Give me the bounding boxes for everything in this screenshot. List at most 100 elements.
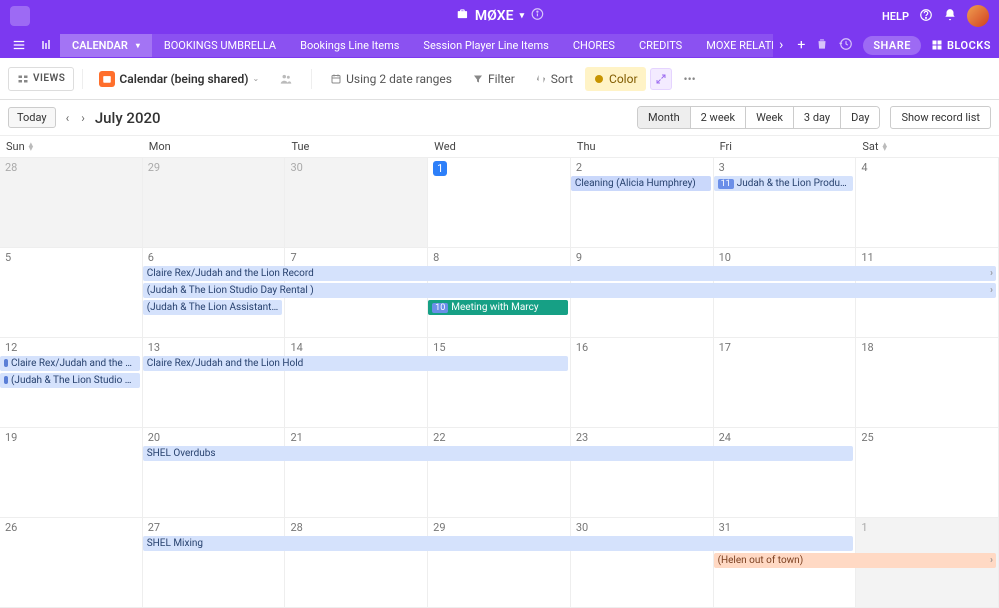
view-switch[interactable]: Month2 weekWeek3 dayDay — [637, 106, 880, 129]
view-3-day[interactable]: 3 day — [794, 107, 841, 128]
calendar-cell[interactable]: 27 — [143, 518, 286, 607]
expand-button[interactable] — [650, 68, 672, 90]
tab-session-player-line-items[interactable]: Session Player Line Items — [411, 34, 560, 57]
calendar-event[interactable]: (Judah & The Lion Studio Day Re… — [0, 373, 140, 388]
day-number: 12 — [5, 341, 17, 354]
calendar-cell[interactable]: 2 — [571, 158, 714, 247]
calendar-cell[interactable]: 28 — [285, 518, 428, 607]
more-icon[interactable]: ••• — [676, 67, 704, 91]
calendar-cell[interactable]: 16 — [571, 338, 714, 427]
history-icon[interactable] — [839, 37, 853, 54]
calendar-cell[interactable]: 17 — [714, 338, 857, 427]
views-button[interactable]: VIEWS — [8, 67, 74, 91]
calendar-cell[interactable]: 5 — [0, 248, 143, 337]
tab-scroll-right[interactable]: › — [775, 37, 787, 53]
chevron-down-icon: ▾ — [136, 41, 140, 50]
briefcase-icon — [455, 7, 469, 25]
bell-icon[interactable] — [943, 8, 957, 25]
info-icon[interactable] — [530, 7, 544, 25]
calendar-cell[interactable]: 26 — [0, 518, 143, 607]
date-ranges-button[interactable]: Using 2 date ranges — [322, 67, 460, 91]
tab-credits[interactable]: CREDITS — [627, 34, 694, 57]
calendar-cell[interactable]: 29 — [143, 158, 286, 247]
today-button[interactable]: Today — [8, 107, 56, 128]
color-button[interactable]: Color — [585, 67, 645, 91]
calendar-cell[interactable]: 3 — [714, 158, 857, 247]
calendar-cell[interactable]: 20 — [143, 428, 286, 517]
sort-icon[interactable]: ▴▾ — [29, 143, 34, 151]
calendar-event[interactable]: (Judah & The Lion Studio Day Rental ) — [143, 283, 996, 298]
sort-icon[interactable]: ▴▾ — [882, 143, 887, 151]
view-month[interactable]: Month — [638, 107, 691, 128]
calendar-cell[interactable]: 24 — [714, 428, 857, 517]
day-number: 11 — [861, 251, 873, 264]
calendar-cell[interactable]: 23 — [571, 428, 714, 517]
calendar-cell[interactable]: 19 — [0, 428, 143, 517]
calendar-event[interactable]: Claire Rex/Judah and the Lion Record — [143, 266, 996, 281]
day-number: 7 — [290, 251, 296, 264]
day-header: Sun▴▾ — [0, 136, 143, 157]
calendar-event[interactable]: (Judah & The Lion Assistant Engin… — [143, 300, 283, 315]
calendar-cell[interactable]: 25 — [856, 428, 999, 517]
calendar-cell[interactable]: 22 — [428, 428, 571, 517]
calendar-cell[interactable]: 13 — [143, 338, 286, 427]
tab-chores[interactable]: CHORES — [561, 34, 627, 57]
hamburger-icon[interactable] — [6, 38, 32, 52]
app-title[interactable]: MØXE — [475, 8, 514, 24]
view-day[interactable]: Day — [841, 107, 879, 128]
calendar-cell[interactable]: 21 — [285, 428, 428, 517]
view-2-week[interactable]: 2 week — [691, 107, 746, 128]
calendar-event[interactable]: Claire Rex/Judah and the Lion Hold — [143, 356, 568, 371]
calendar-cell[interactable]: 29 — [428, 518, 571, 607]
calendar-cell[interactable]: 14 — [285, 338, 428, 427]
calendar-event[interactable]: SHEL Mixing — [143, 536, 854, 551]
event-label: Claire Rex/Judah and the Lion Record — [147, 268, 314, 279]
day-number: 29 — [148, 161, 160, 174]
tab-bookings-line-items[interactable]: Bookings Line Items — [288, 34, 411, 57]
event-time-badge: 10 — [432, 303, 448, 313]
view-name-dropdown[interactable]: Calendar (being shared) ⌄ — [91, 66, 267, 92]
day-number: 26 — [5, 521, 17, 534]
calendar-event[interactable]: Claire Rex/Judah and the Lion Re… — [0, 356, 140, 371]
share-button[interactable]: SHARE — [863, 36, 921, 55]
calendar-cell[interactable]: 18 — [856, 338, 999, 427]
help-link[interactable]: HELP — [882, 10, 909, 23]
calendar-cell[interactable]: 30 — [285, 158, 428, 247]
chevron-down-icon: ⌄ — [252, 74, 259, 83]
prev-icon[interactable]: ‹ — [60, 108, 76, 128]
blocks-button[interactable]: BLOCKS — [931, 39, 991, 52]
day-number: 6 — [148, 251, 154, 264]
tab-bookings-umbrella[interactable]: BOOKINGS UMBRELLA — [152, 34, 288, 57]
collaborators-icon[interactable] — [271, 67, 301, 91]
view-week[interactable]: Week — [746, 107, 794, 128]
add-tab-icon[interactable]: + — [789, 37, 813, 53]
avatar[interactable] — [967, 5, 989, 27]
calendar-event[interactable]: Cleaning (Alicia Humphrey) — [571, 176, 711, 191]
filter-button[interactable]: Filter — [464, 67, 523, 91]
day-header: Fri — [714, 136, 857, 157]
calendar-cell[interactable]: 1 — [428, 158, 571, 247]
calendar-event[interactable]: 10Meeting with Marcy — [428, 300, 568, 315]
chevron-down-icon[interactable]: ▾ — [520, 11, 525, 21]
calendar-cell[interactable]: 30 — [571, 518, 714, 607]
day-number: 27 — [148, 521, 160, 534]
calendar-cell[interactable]: 28 — [0, 158, 143, 247]
calendar-cell[interactable]: 15 — [428, 338, 571, 427]
day-header: Tue — [285, 136, 428, 157]
help-icon[interactable] — [919, 8, 933, 25]
day-number: 1 — [861, 521, 867, 534]
calendar-event[interactable]: SHEL Overdubs — [143, 446, 854, 461]
bar-icon[interactable] — [34, 39, 58, 51]
show-records-button[interactable]: Show record list — [890, 106, 991, 129]
day-number: 15 — [433, 341, 445, 354]
calendar-cell[interactable]: 4 — [856, 158, 999, 247]
calendar-event[interactable]: 11Judah & the Lion Producer Visit — [714, 176, 854, 191]
event-label: (Judah & The Lion Studio Day Re… — [11, 375, 140, 386]
app-logo[interactable] — [10, 6, 30, 26]
sort-button[interactable]: Sort — [527, 67, 581, 91]
trash-icon[interactable] — [815, 37, 829, 54]
tab-moxe-related-music-videos[interactable]: MOXE RELATED MUSIC VIDEOS — [694, 34, 773, 57]
day-header: Mon — [143, 136, 286, 157]
tab-calendar[interactable]: CALENDAR▾ — [60, 34, 152, 57]
next-icon[interactable]: › — [75, 108, 91, 128]
